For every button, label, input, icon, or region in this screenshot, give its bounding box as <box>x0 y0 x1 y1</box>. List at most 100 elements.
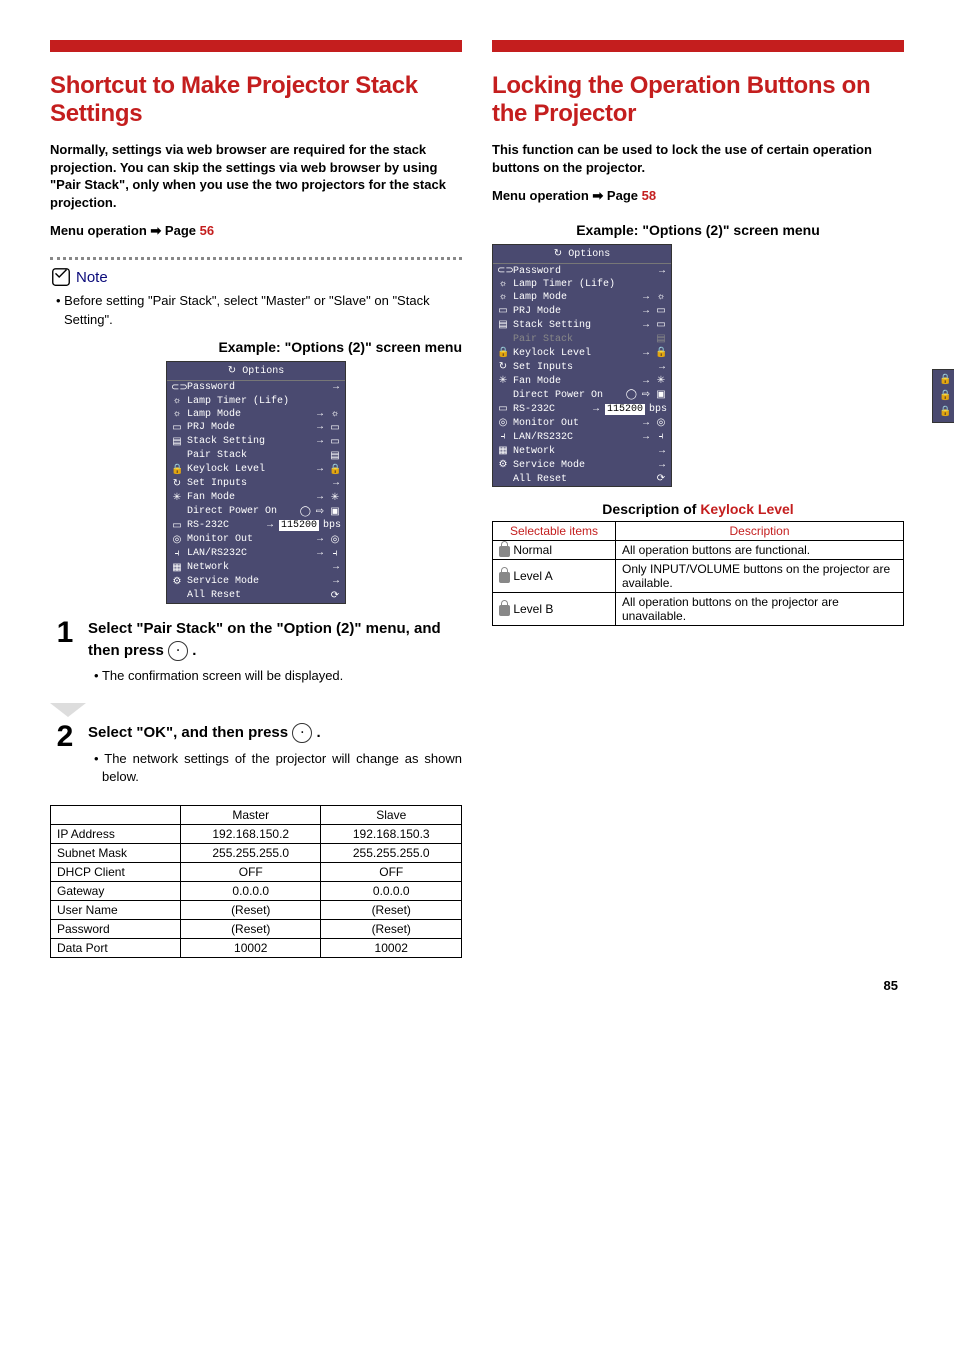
dotted-separator <box>50 257 462 260</box>
osd-row: ⚙Service Mode→ <box>493 458 671 472</box>
table-cell: 255.255.255.0 <box>321 843 462 862</box>
osd-row: ▭PRJ Mode→▭ <box>167 421 345 435</box>
table-cell: 0.0.0.0 <box>321 881 462 900</box>
osd-row: ▤Stack Setting→▭ <box>493 318 671 332</box>
table-cell: Only INPUT/VOLUME buttons on the project… <box>616 560 904 593</box>
note-heading: Note <box>50 266 462 288</box>
arrow-icon: ➡ <box>150 223 165 238</box>
table-row: NormalAll operation buttons are function… <box>493 541 904 560</box>
enter-icon: • <box>292 723 312 743</box>
osd-row: 🔒Keylock Level→🔒 <box>493 346 671 360</box>
osd-row: ▤Stack Setting→▭ <box>167 435 345 449</box>
table-row: Subnet Mask255.255.255.0255.255.255.0 <box>51 843 462 862</box>
note-label: Note <box>76 269 108 286</box>
description-heading: Description of Keylock Level <box>492 501 904 517</box>
page-ref: 58 <box>642 188 656 203</box>
table-header: Description <box>616 522 904 541</box>
osd-row: ⫞LAN/RS232C→⫞ <box>493 430 671 444</box>
keylock-popup-item: 🔒Level A <box>933 388 954 404</box>
osd-row: ☼Lamp Timer (Life) <box>493 278 671 291</box>
keylock-popup-item: 🔒Level B <box>933 404 954 420</box>
osd-row: ▦Network→ <box>493 444 671 458</box>
example-label-left: Example: "Options (2)" screen menu <box>50 339 462 355</box>
step-number: 1 <box>50 618 80 696</box>
osd-row: ☼Lamp Mode→☼ <box>493 291 671 304</box>
table-row: IP Address192.168.150.2192.168.150.3 <box>51 824 462 843</box>
table-cell: (Reset) <box>181 900 321 919</box>
table-cell: 0.0.0.0 <box>181 881 321 900</box>
osd-row: ⊂⊃Password→ <box>167 381 345 395</box>
table-cell: User Name <box>51 900 181 919</box>
osd-row: ↻Set Inputs→ <box>167 477 345 491</box>
osd-row: Pair Stack▤ <box>493 332 671 346</box>
step-2-title: Select "OK", and then press • . <box>88 724 321 741</box>
osd-row: ✳Fan Mode→✳ <box>167 491 345 505</box>
note-bullet: Before setting "Pair Stack", select "Mas… <box>64 292 462 328</box>
table-cell: 192.168.150.3 <box>321 824 462 843</box>
osd-row: ☼Lamp Timer (Life) <box>167 395 345 408</box>
table-cell: 10002 <box>181 938 321 957</box>
osd-row: All Reset⟳ <box>167 589 345 603</box>
table-cell: All operation buttons are functional. <box>616 541 904 560</box>
osd-row: Direct Power On◯⇨▣ <box>493 388 671 402</box>
osd-row: 🔒Keylock Level→🔒 <box>167 463 345 477</box>
table-row: Data Port1000210002 <box>51 938 462 957</box>
menu-operation-right: Menu operation ➡ Page 58 <box>492 188 904 204</box>
osd-row: ▦Network→ <box>167 561 345 575</box>
table-cell: 192.168.150.2 <box>181 824 321 843</box>
table-row: Gateway0.0.0.00.0.0.0 <box>51 881 462 900</box>
left-title: Shortcut to Make Projector Stack Setting… <box>50 72 462 127</box>
keylock-popup-item: 🔒Normal <box>933 372 954 388</box>
step-divider-icon <box>50 703 86 717</box>
table-cell: OFF <box>181 862 321 881</box>
step-1-bullet: The confirmation screen will be displaye… <box>102 667 462 685</box>
osd-row: ▭RS-232C→115200bps <box>167 519 345 533</box>
right-intro: This function can be used to lock the us… <box>492 141 904 176</box>
table-cell: Normal <box>493 541 616 560</box>
table-cell: Level B <box>493 593 616 626</box>
table-row: User Name(Reset)(Reset) <box>51 900 462 919</box>
osd-row: ⫞LAN/RS232C→⫞ <box>167 547 345 561</box>
table-row: Level AOnly INPUT/VOLUME buttons on the … <box>493 560 904 593</box>
keylock-level-table: Selectable itemsDescription NormalAll op… <box>492 521 904 626</box>
step-1-title: Select "Pair Stack" on the "Option (2)" … <box>88 620 441 659</box>
menu-operation-left: Menu operation ➡ Page 56 <box>50 223 462 239</box>
osd-row: Direct Power On◯⇨▣ <box>167 505 345 519</box>
table-cell: 10002 <box>321 938 462 957</box>
table-row: Level BAll operation buttons on the proj… <box>493 593 904 626</box>
page-ref: 56 <box>200 223 214 238</box>
lock-icon <box>499 572 510 583</box>
keylock-popup: 🔒Normal🔒Level A🔒Level B <box>932 369 954 423</box>
table-cell: IP Address <box>51 824 181 843</box>
osd-row: ↻Set Inputs→ <box>493 360 671 374</box>
osd-row: ⚙Service Mode→ <box>167 575 345 589</box>
enter-icon: • <box>168 641 188 661</box>
network-settings-table: MasterSlave IP Address192.168.150.2192.1… <box>50 805 462 958</box>
table-header: Slave <box>321 805 462 824</box>
osd-screenshot-left: ↻ Options ⊂⊃Password→☼Lamp Timer (Life)☼… <box>166 361 346 604</box>
table-cell: Data Port <box>51 938 181 957</box>
page-number: 85 <box>50 978 904 993</box>
step-1: 1 Select "Pair Stack" on the "Option (2)… <box>50 618 462 696</box>
osd-row: ✳Fan Mode→✳ <box>493 374 671 388</box>
table-header: Master <box>181 805 321 824</box>
table-cell: Level A <box>493 560 616 593</box>
osd-row: ☼Lamp Mode→☼ <box>167 408 345 421</box>
table-header: Selectable items <box>493 522 616 541</box>
step-2-bullet: The network settings of the projector wi… <box>102 750 462 786</box>
osd-row: ⊂⊃Password→ <box>493 264 671 278</box>
table-cell: DHCP Client <box>51 862 181 881</box>
table-cell: OFF <box>321 862 462 881</box>
table-cell: 255.255.255.0 <box>181 843 321 862</box>
lock-icon <box>499 605 510 616</box>
table-row: Password(Reset)(Reset) <box>51 919 462 938</box>
table-cell: All operation buttons on the projector a… <box>616 593 904 626</box>
example-label-right: Example: "Options (2)" screen menu <box>492 222 904 238</box>
osd-row: ◎Monitor Out→◎ <box>167 533 345 547</box>
table-cell: (Reset) <box>181 919 321 938</box>
left-intro: Normally, settings via web browser are r… <box>50 141 462 211</box>
osd-row: ◎Monitor Out→◎ <box>493 416 671 430</box>
right-title: Locking the Operation Buttons on the Pro… <box>492 72 904 127</box>
section-divider <box>492 40 904 52</box>
osd-row: ▭RS-232C→115200bps <box>493 402 671 416</box>
